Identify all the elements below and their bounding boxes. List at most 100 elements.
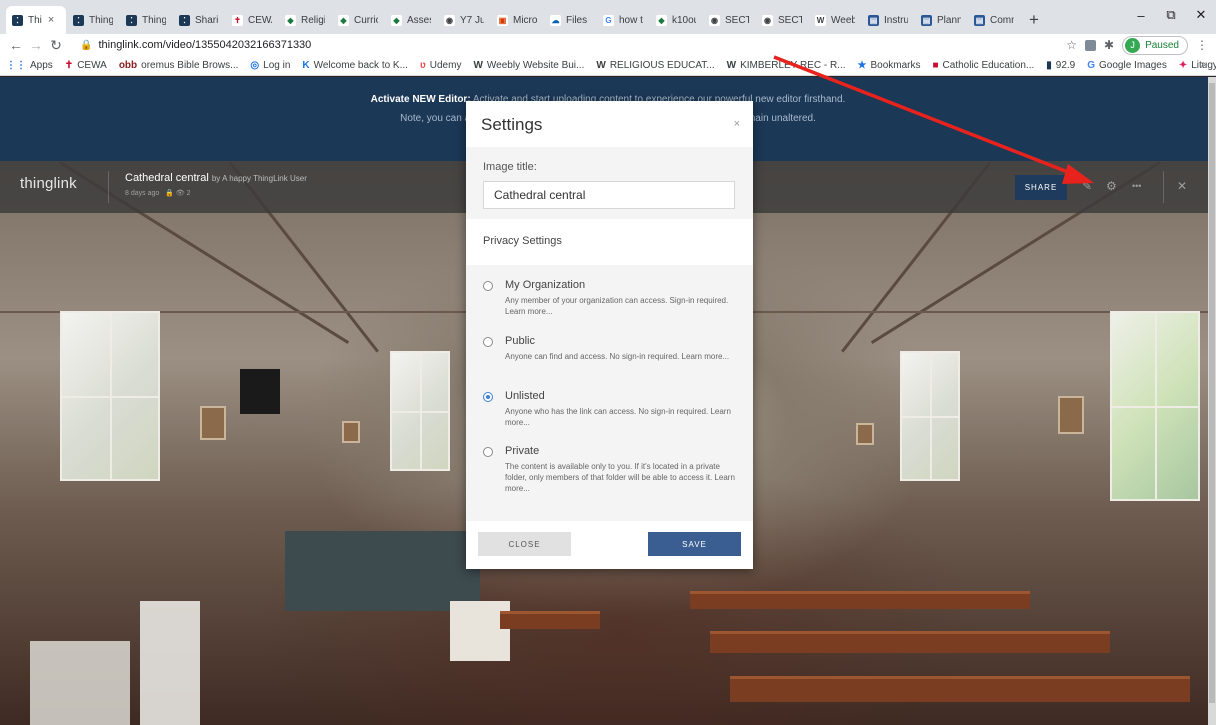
bookmark-item[interactable]: ▮ 92.9: [1046, 60, 1075, 71]
banner-bold-text: Activate NEW Editor:: [370, 94, 471, 105]
slack-icon: ✦: [1178, 60, 1188, 71]
tab-title: Comm: [990, 14, 1014, 26]
browser-tab[interactable]: ⁚ Thingli: [67, 6, 119, 34]
bookmark-item[interactable]: W Weebly Website Bui...: [473, 60, 584, 71]
browser-tab[interactable]: ⁚ Thi ×: [6, 6, 66, 34]
browser-tab[interactable]: ◉ Y7 Jud: [438, 6, 490, 34]
bookmark-item[interactable]: ✝ CEWA: [65, 60, 107, 71]
extension-icon[interactable]: [1085, 39, 1097, 51]
bookmark-item[interactable]: ★ Bookmarks: [858, 60, 921, 71]
settings-dialog: Settings × Image title: Privacy Settings…: [466, 101, 753, 569]
bookmark-item[interactable]: ■ Catholic Education...: [933, 60, 1035, 71]
bookmark-label: Bookmarks: [870, 60, 921, 71]
planner-icon: ▤: [974, 14, 985, 26]
onedrive-icon: ☁: [550, 14, 561, 26]
browser-tab[interactable]: ◉ SECTIC: [756, 6, 808, 34]
cewa-icon: ✝: [232, 14, 243, 26]
browser-tab[interactable]: Ghow to: [597, 6, 649, 34]
browser-tab[interactable]: W Weebl: [809, 6, 861, 34]
share-button[interactable]: SHARE: [1015, 175, 1067, 200]
speaker: [240, 369, 280, 414]
pew: [710, 631, 1110, 653]
more-options-icon[interactable]: •••: [1132, 181, 1141, 191]
bookmarks-bar: ⋮⋮ Apps ✝ CEWA obb oremus Bible Brows... ◎ Log …: [0, 56, 1216, 76]
close-tab-icon[interactable]: ×: [48, 14, 54, 26]
obb-icon: obb: [118, 60, 138, 71]
content-meta: 8 days ago 🔒 👁 2: [125, 189, 191, 197]
close-button[interactable]: CLOSE: [478, 532, 571, 556]
option-label: Private: [505, 445, 540, 457]
bookmarks-overflow-icon[interactable]: »: [1200, 59, 1206, 70]
bookmark-item[interactable]: ◎ Log in: [250, 60, 290, 71]
gear-icon[interactable]: ⚙: [1106, 179, 1117, 193]
bookmark-item[interactable]: ✦Litugyplanning: [1179, 60, 1216, 71]
profile-button[interactable]: J Paused: [1122, 35, 1188, 55]
back-icon[interactable]: ←: [6, 35, 26, 55]
bookmark-item[interactable]: obb oremus Bible Brows...: [119, 60, 239, 71]
browser-toolbar: ← → ↻ 🔒 thinglink.com/video/135504203216…: [0, 34, 1216, 56]
browser-tab[interactable]: ▤ Plannin: [915, 6, 967, 34]
bookmark-item[interactable]: G Google Images: [1087, 60, 1167, 71]
content-title-text: Cathedral central: [125, 172, 209, 184]
save-button[interactable]: SAVE: [648, 532, 741, 556]
browser-tab[interactable]: ▣ Micros: [491, 6, 543, 34]
globe-icon: ◉: [709, 14, 720, 26]
browser-tab[interactable]: ⁚ Thingli: [120, 6, 172, 34]
radio-icon: ▮: [1046, 60, 1052, 71]
lock-icon: 🔒: [165, 190, 174, 197]
browser-tab[interactable]: ◆ Curricu: [332, 6, 384, 34]
kebab-menu-icon[interactable]: ⋮: [1196, 38, 1208, 52]
thinglink-icon: ⁚: [73, 14, 84, 26]
bookmark-item[interactable]: W KIMBERLEY REC - R...: [727, 60, 846, 71]
edit-pencil-icon[interactable]: ✎: [1082, 179, 1092, 193]
address-bar[interactable]: thinglink.com/video/1355042032166371330: [98, 39, 311, 51]
page-scrollbar[interactable]: [1208, 77, 1216, 725]
scrollbar-thumb[interactable]: [1209, 83, 1215, 703]
bookmark-item[interactable]: W RELIGIOUS EDUCAT...: [596, 60, 714, 71]
radio-public[interactable]: [483, 337, 493, 347]
udemy-icon: ʋ: [419, 60, 426, 71]
restore-window-icon[interactable]: ⧉: [1156, 4, 1186, 26]
browser-tab[interactable]: ◆ k10out: [650, 6, 702, 34]
close-viewer-icon[interactable]: ✕: [1177, 179, 1187, 193]
tab-title: Instruc: [884, 14, 908, 26]
browser-tab[interactable]: ⁚ Sharing: [173, 6, 225, 34]
weebly-icon: W: [726, 60, 737, 71]
browser-tab[interactable]: ◆ Religio: [279, 6, 331, 34]
close-icon[interactable]: ×: [734, 118, 740, 130]
reload-icon[interactable]: ↻: [46, 35, 66, 55]
browser-tab[interactable]: ▤ Instruc: [862, 6, 914, 34]
bookmark-item[interactable]: K Welcome back to K...: [302, 60, 408, 71]
close-window-icon[interactable]: ✕: [1186, 4, 1216, 26]
bookmark-star-icon[interactable]: ☆: [1066, 38, 1077, 52]
bookmark-label: oremus Bible Brows...: [141, 60, 239, 71]
browser-tab[interactable]: ◉ SECTIC: [703, 6, 755, 34]
extensions-puzzle-icon[interactable]: ✱: [1104, 38, 1114, 52]
bookmark-item[interactable]: ʋ Udemy: [420, 60, 462, 71]
window: [1110, 311, 1200, 501]
thinglink-logo[interactable]: thinglink: [20, 175, 77, 192]
new-tab-button[interactable]: +: [1021, 6, 1047, 34]
profile-status: Paused: [1145, 39, 1179, 51]
browser-tab[interactable]: ◆ Assess: [385, 6, 437, 34]
content-author[interactable]: by A happy ThingLink User: [212, 174, 307, 183]
tab-title: k10out: [672, 14, 696, 26]
browser-tab[interactable]: ▤ Comm: [968, 6, 1020, 34]
browser-tab-strip: ⁚ Thi × ⁚ Thingli ⁚ Thingli ⁚ Sharing ✝ CEWA ◆ Relig…: [0, 0, 1216, 34]
forward-icon[interactable]: →: [26, 35, 46, 55]
eye-icon: 👁: [175, 190, 185, 197]
bookmark-label: CEWA: [77, 60, 107, 71]
window: [390, 351, 450, 471]
thinglink-icon: ⁚: [12, 14, 23, 26]
radio-private[interactable]: [483, 447, 493, 457]
minimize-window-icon[interactable]: –: [1126, 4, 1156, 26]
tab-title: Micros: [513, 14, 537, 26]
radio-unlisted[interactable]: [483, 392, 493, 402]
lock-icon[interactable]: 🔒: [80, 40, 92, 51]
browser-tab[interactable]: ✝ CEWA: [226, 6, 278, 34]
radio-my-organization[interactable]: [483, 281, 493, 291]
image-title-input[interactable]: [483, 181, 735, 209]
browser-tab[interactable]: ☁ Files -: [544, 6, 596, 34]
wall-frame: [200, 406, 226, 440]
bookmark-item[interactable]: ⋮⋮ Apps: [6, 60, 53, 71]
